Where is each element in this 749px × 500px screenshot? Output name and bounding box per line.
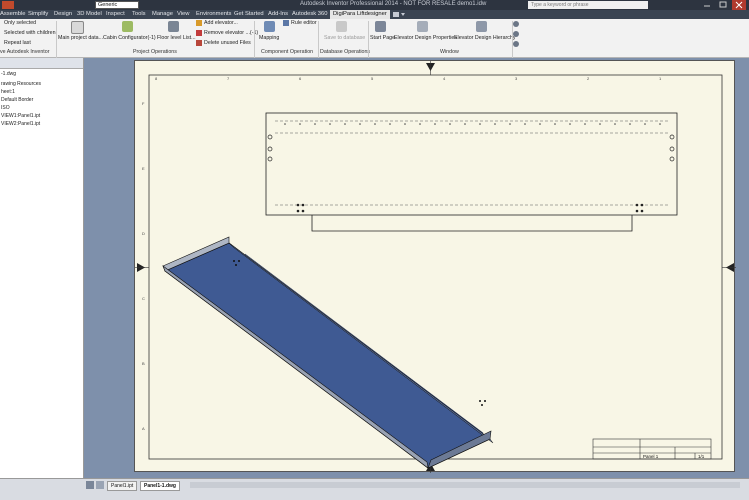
app-menu-button[interactable] <box>2 1 14 9</box>
sheet-switch-icon[interactable] <box>96 481 104 489</box>
tab-get-started[interactable]: Get Started <box>234 10 264 19</box>
tab-digipara-liftdesigner[interactable]: DigiPara Liftdesigner <box>330 10 390 19</box>
mapping-button[interactable]: Mapping <box>259 35 279 41</box>
floor-level-list-icon[interactable] <box>168 21 179 32</box>
component-operation-label: Component Operation <box>261 49 314 55</box>
tree-item-drawing-resources[interactable]: rawing Resources <box>1 81 41 87</box>
title-block-sheet: Panel 1 <box>643 454 659 459</box>
window-title: Autodesk Inventor Professional 2014 - NO… <box>300 1 487 7</box>
tab-add-ins[interactable]: Add-Ins <box>268 10 288 19</box>
ribbon-options-icon[interactable] <box>392 10 406 19</box>
project-operations-label: Project Operations <box>133 49 177 55</box>
help-icon[interactable] <box>513 21 519 27</box>
border-number-top: 6 <box>299 76 302 81</box>
document-tab-bar: Panel1.ipt Panel1-1.dwg <box>0 478 749 500</box>
doc-tab-panel1-ipt[interactable]: Panel1.ipt <box>107 481 138 491</box>
tab-3d-model[interactable]: 3D Model <box>77 10 102 19</box>
autodesk-inventor-label: ve Autodesk Inventor <box>0 49 50 55</box>
model-browser: ve Autodesk Inventor -1.dwg rawing Resou… <box>0 49 84 488</box>
border-letter-side: F <box>142 101 145 106</box>
design-properties-button[interactable]: Elevator Design Properties <box>394 35 457 41</box>
tree-item-view2[interactable]: VIEW2:Panel1.ipt <box>1 121 40 127</box>
title-block-page: 1/1 <box>698 454 705 459</box>
border-number-top: 4 <box>443 76 446 81</box>
drawing-sheet[interactable]: Panel 1 1/1 8 7 6 5 4 3 2 1 F E D C B A <box>134 60 736 473</box>
selected-with-children-option[interactable]: Selected with children <box>4 30 56 36</box>
settings-icon[interactable] <box>513 31 519 37</box>
start-page-icon[interactable] <box>375 21 386 32</box>
main-project-data-icon[interactable] <box>71 21 84 34</box>
border-number-top: 5 <box>371 76 374 81</box>
doc-tab-panel1-1-dwg[interactable]: Panel1-1.dwg <box>140 481 180 491</box>
tab-environments[interactable]: Environments <box>196 10 231 19</box>
ribbon-tabs: Assemble Simplify Design 3D Model Inspec… <box>0 10 749 19</box>
cabin-configurator-icon[interactable] <box>122 21 133 32</box>
design-hierarchy-icon[interactable] <box>476 21 487 32</box>
tab-inspect[interactable]: Inspect <box>106 10 125 19</box>
rule-editor-button[interactable]: Rule editor <box>291 20 317 26</box>
design-properties-icon[interactable] <box>417 21 428 32</box>
horizontal-scrollbar[interactable] <box>190 482 740 488</box>
database-operations-label: Database Operations <box>320 49 371 55</box>
rule-editor-icon <box>283 20 289 26</box>
tree-item-default-border[interactable]: Default Border <box>1 97 33 103</box>
delete-unused-files-button[interactable]: Delete unused Files <box>204 40 251 46</box>
tab-simplify[interactable]: Simplify <box>28 10 48 19</box>
main-project-data-button[interactable]: Main project data... <box>58 35 103 41</box>
border-number-top: 3 <box>515 76 518 81</box>
tab-tools[interactable]: Tools <box>132 10 146 19</box>
title-bar: Generic Autodesk Inventor Professional 2… <box>0 0 749 10</box>
search-input[interactable]: Type a keyword or phrase <box>528 1 648 9</box>
add-elevator-icon <box>196 20 202 26</box>
tab-autodesk-360[interactable]: Autodesk 360 <box>292 10 327 19</box>
border-number-top: 2 <box>587 76 590 81</box>
border-number-top: 1 <box>659 76 662 81</box>
mapping-icon[interactable] <box>264 21 275 32</box>
design-hierarchy-button[interactable]: Elevator Design Hierarchy <box>454 35 516 41</box>
repeat-last-option[interactable]: Repeat last <box>4 40 31 46</box>
window-group-label: Window <box>440 49 459 55</box>
border-letter-side: E <box>142 166 145 171</box>
tab-assemble[interactable]: Assemble <box>0 10 25 19</box>
border-letter-side: B <box>142 361 145 366</box>
floor-level-list-button[interactable]: Floor level List... <box>157 35 196 41</box>
tab-manage[interactable]: Manage <box>152 10 173 19</box>
start-page-button[interactable]: Start Page <box>370 35 395 41</box>
home-icon[interactable] <box>86 481 94 489</box>
save-to-database-button[interactable]: Save to database <box>324 35 365 41</box>
remove-elevator-icon <box>196 30 202 36</box>
tab-view[interactable]: View <box>177 10 189 19</box>
drawing-svg <box>135 61 736 473</box>
browser-header <box>0 58 83 69</box>
save-to-database-icon[interactable] <box>336 21 347 32</box>
add-elevator-button[interactable]: Add elevator... <box>204 20 238 26</box>
border-letter-side: C <box>142 296 145 301</box>
tab-design[interactable]: Design <box>54 10 72 19</box>
minimize-button[interactable] <box>700 0 714 10</box>
options-icon[interactable] <box>513 41 519 47</box>
appearance-dropdown[interactable]: Generic <box>95 1 139 9</box>
border-number-top: 7 <box>227 76 230 81</box>
tree-item-sheet[interactable]: heet:1 <box>1 89 15 95</box>
border-letter-side: A <box>142 426 145 431</box>
close-button[interactable] <box>732 0 746 10</box>
ribbon-panel: Only selected Selected with children Rep… <box>0 19 749 65</box>
cabin-configurator-button[interactable]: Cabin Configurator(-1) <box>103 35 156 41</box>
delete-unused-files-icon <box>196 40 202 46</box>
tree-item-iso[interactable]: ISO <box>1 105 10 111</box>
border-letter-side: D <box>142 231 145 236</box>
tree-item-view1[interactable]: VIEW1:Panel1.ipt <box>1 113 40 119</box>
only-selected-option[interactable]: Only selected <box>4 20 36 26</box>
maximize-button[interactable] <box>716 0 730 10</box>
border-number-top: 8 <box>155 76 158 81</box>
tree-item-drawing[interactable]: -1.dwg <box>1 71 16 77</box>
remove-elevator-button[interactable]: Remove elevator ...(-1) <box>204 30 258 36</box>
